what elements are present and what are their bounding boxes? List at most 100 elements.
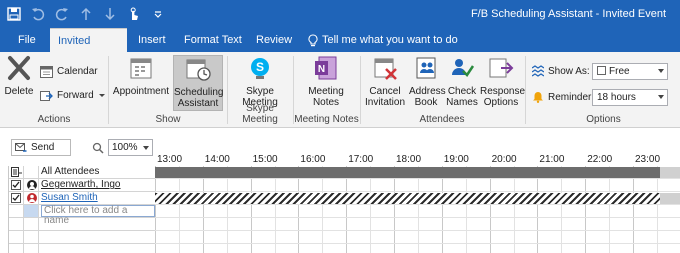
chevron-down-icon (658, 69, 664, 73)
empty-row (9, 231, 156, 244)
response-options-icon (489, 58, 514, 78)
free-slot (660, 193, 680, 204)
role-cell (24, 205, 39, 217)
attendee-list: All Attendees Gegenwarth, Ingo Susan Smi… (8, 166, 156, 253)
tab-format-text[interactable]: Format Text (176, 28, 250, 52)
tell-me-box[interactable]: Tell me what you want to do (300, 28, 466, 52)
calendar-icon (40, 66, 53, 78)
all-attendees-row: All Attendees (9, 166, 156, 179)
undo-icon[interactable] (30, 6, 46, 22)
group-label-skype-meeting: Skype Meeting (242, 103, 278, 125)
cancel-invitation-button[interactable]: Cancel Invitation (364, 55, 406, 108)
calendar-button[interactable]: Calendar (40, 65, 98, 78)
checkbox-cell (9, 179, 24, 191)
add-attendee-row: Click here to add a name (9, 205, 156, 226)
hour-label: 23:00 (635, 154, 661, 165)
check-names-label-2: Names (446, 97, 478, 108)
meeting-notes-label-1: Meeting (308, 86, 344, 97)
empty-busy-row (155, 218, 680, 231)
customize-qat-icon[interactable] (150, 6, 166, 22)
tab-file[interactable]: File (10, 28, 44, 52)
organizer-icon (27, 180, 37, 190)
meeting-notes-button[interactable]: N Meeting Notes (302, 55, 350, 108)
free-swatch (597, 66, 606, 75)
forward-icon (40, 91, 53, 101)
chevron-down-icon (98, 93, 105, 97)
redo-icon[interactable] (54, 6, 70, 22)
hour-label: 13:00 (157, 154, 183, 165)
address-book-label-1: Address (409, 86, 446, 97)
calendar-label: Calendar (57, 66, 98, 77)
empty-busy-row (155, 205, 680, 218)
hour-label: 17:00 (348, 154, 374, 165)
hour-label: 16:00 (300, 154, 326, 165)
save-icon[interactable] (6, 6, 22, 22)
group-separator (525, 56, 526, 124)
skype-meeting-button[interactable]: S Skype Meeting (235, 55, 285, 108)
free-busy-grid[interactable] (155, 166, 680, 253)
scheduling-assistant-button[interactable]: Scheduling Assistant (173, 55, 223, 111)
scheduling-assistant-label-2: Assistant (177, 98, 219, 109)
reminder-dropdown[interactable]: 18 hours (592, 89, 668, 106)
empty-row (9, 218, 156, 231)
attendee-row[interactable]: Gegenwarth, Ingo (9, 179, 156, 192)
zoom-dropdown[interactable]: 100% (108, 139, 153, 156)
attendee-checkbox[interactable] (11, 193, 21, 203)
all-attendees-busy-row (155, 166, 680, 179)
empty-busy-row (155, 231, 680, 244)
add-name-input[interactable]: Click here to add a name (41, 205, 155, 226)
tab-invited-event[interactable]: Invited Event (50, 28, 127, 71)
send-label: Send (31, 142, 55, 153)
title-bar: F/B Scheduling Assistant - Invited Event (0, 0, 680, 28)
free-slot (660, 167, 680, 178)
check-names-icon (452, 59, 475, 77)
address-book-label-2: Book (414, 97, 438, 108)
hour-label: 20:00 (491, 154, 517, 165)
send-button[interactable]: Send (11, 139, 71, 156)
address-book-icon (416, 57, 436, 79)
group-label-actions: Actions (37, 114, 71, 125)
tab-review[interactable]: Review (248, 28, 300, 52)
attendee-options-icon[interactable] (11, 167, 23, 178)
down-arrow-icon[interactable] (102, 6, 118, 22)
touch-mode-icon[interactable] (126, 6, 142, 22)
scheduling-assistant-label-1: Scheduling (174, 87, 224, 98)
attendee-row[interactable]: Susan Smith (9, 192, 156, 205)
attendee-checkbox[interactable] (11, 180, 21, 190)
chevron-down-icon (143, 146, 149, 150)
appointment-icon (130, 58, 152, 79)
hour-label: 18:00 (396, 154, 422, 165)
role-cell (24, 192, 39, 204)
group-separator (108, 56, 109, 124)
reminder-bell-icon (533, 92, 543, 103)
checkbox-cell (9, 192, 24, 204)
checkbox-cell (9, 205, 24, 217)
combined-busy-bar (155, 167, 680, 178)
delete-button[interactable]: Delete (2, 55, 36, 97)
forward-button[interactable]: Forward (40, 89, 106, 102)
address-book-button[interactable]: Address Book (409, 55, 446, 108)
group-label-show: Show (155, 114, 181, 125)
hour-label: 22:00 (587, 154, 613, 165)
check-names-button[interactable]: Check Names (446, 55, 478, 108)
svg-text:S: S (256, 60, 264, 74)
response-options-button[interactable]: Response Options (480, 55, 525, 108)
cancel-invitation-label-1: Cancel (369, 86, 401, 97)
quick-access-toolbar (6, 5, 166, 23)
delete-icon (8, 56, 30, 80)
show-as-text: Show As: (548, 65, 590, 77)
tab-insert[interactable]: Insert (130, 28, 174, 52)
check-names-label-1: Check (447, 86, 477, 97)
show-as-dropdown[interactable]: Free (592, 63, 668, 80)
onenote-icon: N (315, 56, 337, 80)
reminder-text: Reminder: (548, 91, 595, 103)
appointment-button[interactable]: Appointment (112, 55, 170, 97)
attendee-name[interactable]: Susan Smith (41, 192, 98, 204)
group-separator (360, 56, 361, 124)
send-icon (15, 142, 27, 152)
attendee-name[interactable]: Gegenwarth, Ingo (41, 179, 121, 191)
up-arrow-icon[interactable] (78, 6, 94, 22)
skype-icon: S (251, 58, 269, 79)
no-information-hatch (155, 193, 680, 204)
required-attendee-icon[interactable] (27, 193, 37, 203)
